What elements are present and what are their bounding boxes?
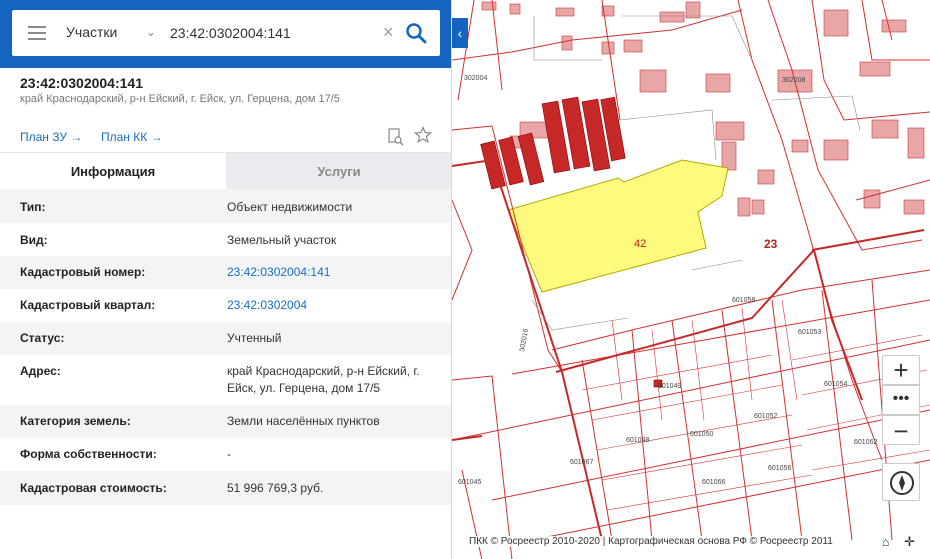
object-number: 23:42:0302004:141: [20, 75, 143, 91]
map-parcel-label: 601056: [768, 465, 791, 472]
map-parcel-label: 601054: [824, 381, 847, 388]
detail-value: Учтенный: [227, 331, 282, 345]
compass-icon[interactable]: [882, 463, 920, 501]
detail-label: Статус:: [20, 331, 65, 345]
detail-label: Категория земель:: [20, 414, 131, 428]
detail-row-kind: Вид: Земельный участок: [0, 223, 451, 256]
search-type-select[interactable]: Участки: [66, 24, 117, 40]
detail-label: Адрес:: [20, 364, 61, 378]
home-icon[interactable]: ⌂: [882, 535, 889, 549]
map-parcel-label: 601067: [570, 459, 593, 466]
detail-value: 51 996 769,3 руб.: [227, 481, 324, 495]
detail-value: Земли населённых пунктов: [227, 414, 380, 428]
detail-row-cadastral-number: Кадастровый номер: 23:42:0302004:141: [0, 256, 451, 289]
map-quarter-label-23: 23: [764, 237, 778, 251]
map-parcel-label: 601058: [732, 297, 755, 304]
map-label-302004: 302004: [464, 75, 487, 82]
detail-label: Кадастровый номер:: [20, 265, 146, 279]
locate-icon[interactable]: ✛: [904, 534, 915, 550]
detail-row-land-category: Категория земель: Земли населённых пункт…: [0, 405, 451, 438]
tab-information[interactable]: Информация: [0, 153, 226, 190]
app-root: 302004 302008 302016 601049 601048 60105…: [0, 0, 930, 559]
map-parcel-label: 601052: [754, 413, 777, 420]
search-bar: Участки ⌄ ×: [0, 0, 451, 68]
zoom-in-button[interactable]: +: [882, 355, 920, 385]
cadastral-number-link[interactable]: 23:42:0302004:141: [227, 264, 442, 281]
star-icon[interactable]: [413, 125, 433, 144]
map-copyright: ПКК © Росреестр 2010-2020 | Картографиче…: [467, 536, 835, 547]
detail-label: Кадастровый квартал:: [20, 298, 156, 312]
map-parcel-label: 601050: [690, 431, 713, 438]
map-parcel-label: 601066: [702, 479, 725, 486]
detail-value: Объект недвижимости: [227, 200, 353, 214]
menu-icon[interactable]: [28, 26, 46, 40]
detail-label: Тип:: [20, 200, 46, 214]
info-tabs: Информация Услуги: [0, 152, 451, 190]
map-parcel-label: 601045: [458, 479, 481, 486]
chevron-down-icon[interactable]: ⌄: [146, 25, 156, 39]
search-input[interactable]: [170, 20, 375, 46]
map-parcel-label: 601049: [658, 383, 681, 390]
detail-row-cadastral-quarter: Кадастровый квартал: 23:42:0302004: [0, 289, 451, 322]
more-options-button[interactable]: •••: [882, 385, 920, 415]
cadastral-quarter-link[interactable]: 23:42:0302004: [227, 297, 442, 314]
collapse-panel-button[interactable]: ‹: [452, 18, 468, 48]
detail-value: Земельный участок: [227, 233, 337, 247]
map-parcel-label: 601062: [854, 439, 877, 446]
detail-label: Вид:: [20, 233, 48, 247]
plan-zu-link[interactable]: План ЗУ →: [20, 130, 82, 144]
plan-kk-link[interactable]: План КК →: [101, 130, 163, 144]
detail-value: край Краснодарский, р-н Ейский, г. Ейск,…: [227, 364, 420, 395]
object-address: край Краснодарский, р-н Ейский, г. Ейск,…: [20, 93, 340, 105]
search-box: Участки ⌄ ×: [12, 10, 440, 56]
detail-label: Форма собственности:: [20, 447, 157, 461]
info-panel: Участки ⌄ × 23:42:0302004:141 край Красн…: [0, 0, 452, 559]
detail-value: -: [227, 447, 231, 461]
document-search-icon[interactable]: [388, 128, 404, 146]
zoom-out-button[interactable]: −: [882, 415, 920, 446]
cadastral-map[interactable]: 302004 302008 302016 601049 601048 60105…: [452, 0, 930, 559]
detail-row-status: Статус: Учтенный: [0, 322, 451, 355]
map-parcel-label: 601048: [626, 437, 649, 444]
detail-row-ownership: Форма собственности: -: [0, 438, 451, 471]
detail-label: Кадастровая стоимость:: [20, 481, 167, 495]
detail-row-address: Адрес: край Краснодарский, р-н Ейский, г…: [0, 355, 451, 405]
tab-services[interactable]: Услуги: [226, 153, 451, 190]
clear-icon[interactable]: ×: [383, 22, 394, 42]
detail-row-type: Тип: Объект недвижимости: [0, 189, 451, 223]
map-parcel-label: 601053: [798, 329, 821, 336]
map-canvas[interactable]: 302004 302008 302016 601049 601048 60105…: [452, 0, 930, 559]
search-icon[interactable]: [405, 22, 427, 44]
map-label-302008: 302008: [782, 77, 805, 84]
detail-row-cadastral-value: Кадастровая стоимость: 51 996 769,3 руб.: [0, 471, 451, 505]
map-quarter-label-42: 42: [634, 238, 646, 250]
